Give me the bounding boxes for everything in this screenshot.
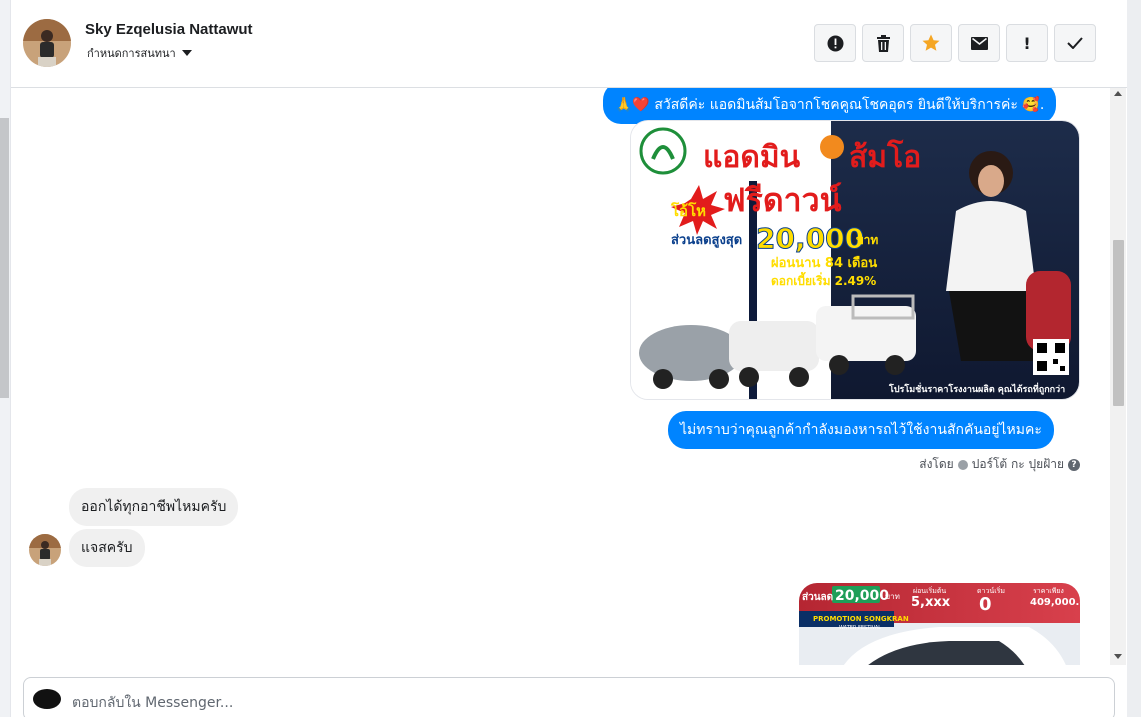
help-icon[interactable]: ? — [1068, 458, 1080, 471]
window-scrollbar[interactable] — [1127, 0, 1141, 717]
check-icon — [1067, 37, 1083, 49]
outgoing-greeting-message[interactable]: 🙏❤️ สวัสดีค่ะ แอดมินส้มโอจากโชคคูณโชคอุด… — [603, 88, 1057, 124]
thread-scrollbar-thumb[interactable] — [1113, 240, 1124, 406]
promo-discount-unit: บาท — [885, 592, 900, 601]
conversation-actions: ! — [814, 24, 1096, 62]
promo-discount-label: ส่วนลด — [802, 591, 833, 603]
ad-title-left: แอดมิน — [703, 140, 801, 175]
promo-down-value: 0 — [979, 594, 992, 615]
mark-done-button[interactable] — [1054, 24, 1096, 62]
sent-by-info: ส่งโดย ปอร์โต้ กะ ปุยฝ้าย ? — [919, 455, 1080, 474]
promotion-image-message[interactable]: ส่วนลด 20,000 บาท ผ่อนเริ่มต้น 5,xxx ดาว… — [799, 583, 1080, 665]
assign-conversation-dropdown[interactable]: กำหนดการสนทนา — [87, 44, 192, 62]
promo-monthly-label: ผ่อนเริ่มต้น — [913, 586, 946, 595]
promo-subname: WATER FESTIVAL — [839, 625, 881, 631]
ad-installment: ผ่อนนาน 84 เดือน — [771, 255, 877, 271]
page-badge-icon — [957, 459, 968, 470]
promo-monthly-value: 5,xxx — [911, 595, 951, 610]
outgoing-question-message[interactable]: ไม่ทราบว่าคุณลูกค้ากำลังมองหารถไว้ใช้งาน… — [668, 411, 1054, 449]
mark-important-button[interactable]: ! — [1006, 24, 1048, 62]
sent-by-label: ส่งโดย — [919, 457, 954, 471]
thread-scrollbar[interactable] — [1110, 88, 1126, 665]
ad-badge: โอ้โห — [670, 201, 706, 220]
conversation-header: Sky Ezqelusia Nattawut กำหนดการสนทนา ! — [11, 0, 1127, 88]
ad-discount-value: 20,000 — [756, 222, 864, 255]
incoming-message[interactable]: แจสครับ — [69, 529, 145, 567]
chevron-down-icon — [181, 50, 192, 56]
scroll-up-arrow-icon[interactable] — [1114, 91, 1122, 96]
ad-discount-label: ส่วนลดสูงสุด — [671, 233, 742, 248]
reply-input-placeholder[interactable]: ตอบกลับใน Messenger... — [72, 692, 233, 714]
incoming-message[interactable]: ออกได้ทุกอาชีพไหมครับ — [69, 488, 239, 526]
mark-spam-button[interactable] — [814, 24, 856, 62]
envelope-icon — [970, 36, 988, 50]
ad-interest: ดอกเบี้ยเริ่ม 2.49% — [771, 271, 876, 288]
page-logo-icon — [33, 689, 61, 709]
assign-conversation-label: กำหนดการสนทนา — [87, 47, 176, 60]
message-thread[interactable]: 🙏❤️ สวัสดีค่ะ แอดมินส้มโอจากโชคคูณโชคอุด… — [11, 88, 1127, 665]
ad-title-right: ส้มโอ — [849, 138, 921, 175]
left-scrollbar-thumb[interactable] — [0, 118, 9, 398]
delete-button[interactable] — [862, 24, 904, 62]
star-icon — [922, 34, 940, 51]
star-button[interactable] — [910, 24, 952, 62]
messenger-inbox-window: Sky Ezqelusia Nattawut กำหนดการสนทนา ! 🙏… — [0, 0, 1141, 717]
promo-discount-value: 20,000 — [835, 588, 889, 604]
sent-by-name[interactable]: ปอร์โต้ กะ ปุยฝ้าย — [972, 455, 1064, 474]
contact-avatar[interactable] — [23, 19, 71, 67]
promo-price-value: 409,000.- — [1030, 597, 1080, 608]
ad-discount-unit: บาท — [856, 233, 878, 247]
promo-price-label: ราคาเพียง — [1033, 587, 1064, 595]
trash-icon — [876, 34, 890, 52]
left-panel-scrollbar[interactable] — [0, 0, 11, 717]
advertisement-image-message[interactable]: แอดมิน ส้มโอ โอ้โห ฟรีดาวน์ ส่วนลดสูงสุด… — [630, 120, 1080, 400]
contact-avatar-small[interactable] — [29, 534, 61, 566]
contact-name[interactable]: Sky Ezqelusia Nattawut — [85, 21, 253, 38]
alert-circle-icon — [827, 35, 843, 51]
scroll-down-arrow-icon[interactable] — [1114, 654, 1122, 659]
exclamation-icon: ! — [1023, 33, 1031, 53]
reply-box[interactable]: ตอบกลับใน Messenger... — [23, 677, 1115, 717]
promo-name: PROMOTION SONGKRAN — [813, 615, 909, 623]
ad-headline: ฟรีดาวน์ — [723, 181, 842, 219]
mark-unread-button[interactable] — [958, 24, 1000, 62]
